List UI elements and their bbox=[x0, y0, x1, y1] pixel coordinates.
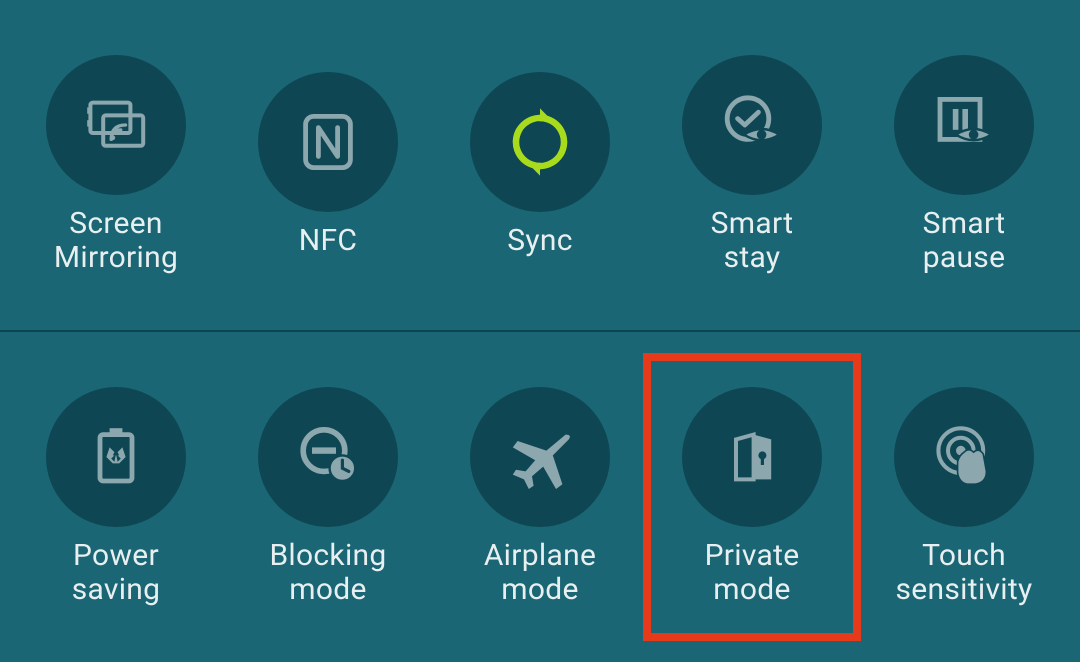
toggle-label: NFC bbox=[299, 224, 357, 259]
toggle-label: Airplanemode bbox=[484, 539, 596, 608]
toggle-touch-sensitivity[interactable]: Touchsensitivity bbox=[859, 357, 1069, 637]
toggle-label: Touchsensitivity bbox=[896, 539, 1033, 608]
toggle-power-saving[interactable]: Powersaving bbox=[11, 357, 221, 637]
screen-mirroring-icon bbox=[46, 55, 186, 195]
airplane-mode-icon bbox=[470, 387, 610, 527]
sync-icon bbox=[470, 72, 610, 212]
toggle-label: Blockingmode bbox=[269, 539, 386, 608]
toggle-smart-stay[interactable]: Smartstay bbox=[647, 25, 857, 305]
toggle-screen-mirroring[interactable]: ScreenMirroring bbox=[11, 25, 221, 305]
row-2: Powersaving Blockingmode Airplanemode bbox=[0, 332, 1080, 662]
toggle-airplane-mode[interactable]: Airplanemode bbox=[435, 357, 645, 637]
toggle-label: Powersaving bbox=[72, 539, 161, 608]
private-mode-icon bbox=[682, 387, 822, 527]
toggle-private-mode[interactable]: Privatemode bbox=[647, 357, 857, 637]
blocking-mode-icon bbox=[258, 387, 398, 527]
toggle-blocking-mode[interactable]: Blockingmode bbox=[223, 357, 433, 637]
smart-pause-icon bbox=[894, 55, 1034, 195]
power-saving-icon bbox=[46, 387, 186, 527]
toggle-label: Privatemode bbox=[705, 539, 800, 608]
toggle-label: Smartpause bbox=[923, 207, 1006, 276]
toggle-label: Sync bbox=[507, 224, 572, 259]
nfc-icon bbox=[258, 72, 398, 212]
smart-stay-icon bbox=[682, 55, 822, 195]
row-1: ScreenMirroring NFC Sync bbox=[0, 0, 1080, 332]
toggle-label: ScreenMirroring bbox=[54, 207, 178, 276]
toggle-nfc[interactable]: NFC bbox=[223, 25, 433, 305]
toggle-label: Smartstay bbox=[711, 207, 794, 276]
touch-sensitivity-icon bbox=[894, 387, 1034, 527]
quick-settings-panel: ScreenMirroring NFC Sync bbox=[0, 0, 1080, 644]
toggle-sync[interactable]: Sync bbox=[435, 25, 645, 305]
toggle-smart-pause[interactable]: Smartpause bbox=[859, 25, 1069, 305]
